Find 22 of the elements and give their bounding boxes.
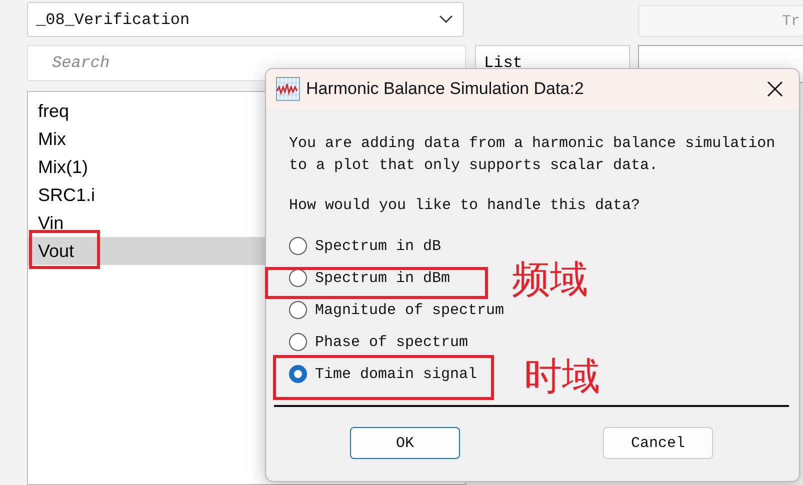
dialog-button[interactable]: OK bbox=[350, 427, 460, 459]
dialog-message: You are adding data from a harmonic balance simulation to a plot that only supports scalar data. bbox=[289, 134, 776, 176]
chevron-down-icon bbox=[439, 15, 453, 24]
radio-option[interactable]: Spectrum in dBm bbox=[289, 269, 450, 287]
radio-button[interactable] bbox=[289, 365, 307, 383]
radio-button[interactable] bbox=[289, 269, 307, 287]
radio-button[interactable] bbox=[289, 301, 307, 319]
dialog-question: How would you like to handle this data? bbox=[289, 196, 642, 216]
radio-button[interactable] bbox=[289, 333, 307, 351]
highlight-frame bbox=[29, 230, 100, 269]
radio-button[interactable] bbox=[289, 237, 307, 255]
dialog-title: Harmonic Balance Simulation Data:2 bbox=[306, 79, 585, 99]
radio-option[interactable]: Phase of spectrum bbox=[289, 333, 468, 351]
radio-option[interactable]: Magnitude of spectrum bbox=[289, 301, 504, 319]
project-dropdown[interactable]: _08_Verification bbox=[27, 2, 464, 37]
radio-option[interactable]: Time domain signal bbox=[289, 365, 478, 383]
waveform-chart-icon bbox=[276, 77, 300, 101]
close-icon bbox=[767, 81, 783, 97]
annotation-label: 频域 bbox=[512, 260, 588, 298]
dialog-button[interactable]: Cancel bbox=[603, 427, 713, 459]
annotation-label: 时域 bbox=[524, 357, 600, 395]
radio-option[interactable]: Spectrum in dB bbox=[289, 237, 442, 255]
